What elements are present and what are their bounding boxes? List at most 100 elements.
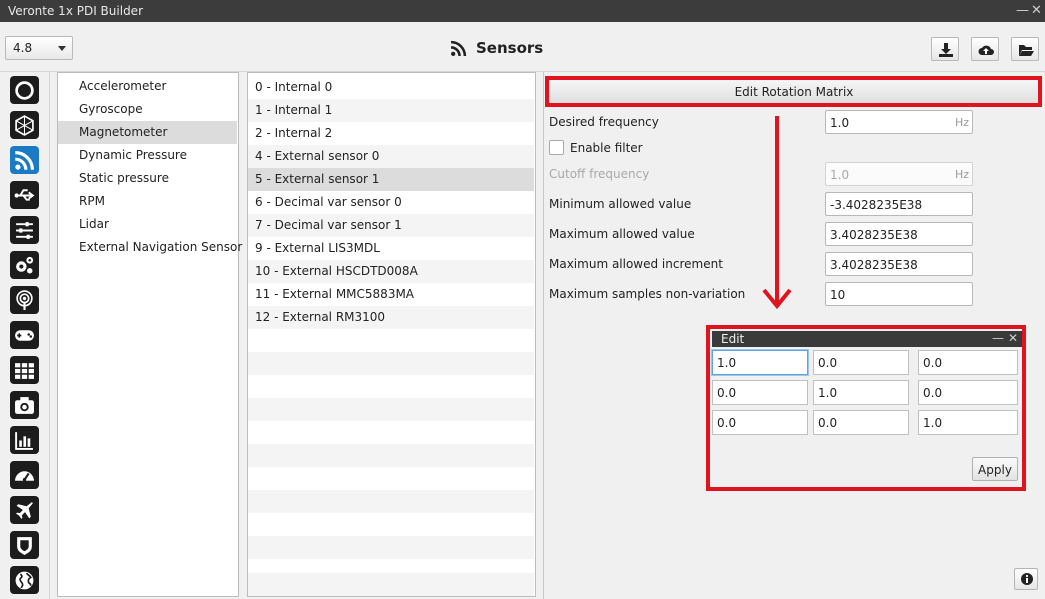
camera-button[interactable] — [10, 391, 39, 419]
gears-icon — [16, 256, 34, 274]
category-item-lidar[interactable]: Lidar — [58, 213, 237, 236]
gamepad-button[interactable] — [10, 321, 39, 349]
bar-chart-button[interactable] — [10, 426, 39, 454]
highlight-frame-button — [545, 76, 1042, 107]
header: 4.8 Sensors — [0, 22, 1045, 72]
rss-icon — [450, 40, 467, 57]
info-icon — [1021, 573, 1033, 585]
cutoff-frequency-label: Cutoff frequency — [549, 167, 650, 181]
version-select[interactable]: 4.8 — [5, 36, 73, 60]
camera-icon — [15, 397, 34, 414]
shield-icon — [17, 537, 32, 555]
max-increment-label: Maximum allowed increment — [549, 257, 723, 271]
empty-row — [248, 444, 534, 467]
desired-frequency-value: 1.0 — [830, 116, 850, 130]
empty-row — [248, 329, 534, 352]
category-item-static-pressure[interactable]: Static pressure — [58, 167, 237, 190]
min-value-label: Minimum allowed value — [549, 197, 692, 211]
shield-button[interactable] — [10, 531, 39, 559]
category-item-accelerometer[interactable]: Accelerometer — [58, 75, 237, 98]
desired-frequency-field[interactable]: 1.0 Hz — [825, 110, 973, 134]
min-value-field[interactable]: -3.4028235E38 — [825, 192, 973, 216]
sensor-item[interactable]: 11 - External MMC5883MA — [248, 283, 534, 306]
plane-button[interactable] — [10, 496, 39, 524]
minimize-icon[interactable]: — — [1016, 3, 1029, 18]
sliders-icon — [16, 222, 33, 239]
sensors-button[interactable] — [10, 146, 39, 174]
download-button[interactable] — [931, 37, 959, 61]
category-item-dynamic-pressure[interactable]: Dynamic Pressure — [58, 144, 237, 167]
plane-icon — [16, 502, 33, 519]
arrow-down-icon — [762, 116, 792, 310]
sensor-item[interactable]: 9 - External LIS3MDL — [248, 237, 534, 260]
empty-row — [248, 398, 534, 421]
window-title: Veronte 1x PDI Builder — [8, 4, 143, 18]
info-button[interactable] — [1014, 568, 1038, 590]
sensor-list: 0 - Internal 0 1 - Internal 1 2 - Intern… — [247, 72, 536, 597]
sensor-item[interactable]: 5 - External sensor 1 — [248, 168, 534, 191]
chevron-down-icon — [58, 46, 66, 51]
desired-frequency-unit: Hz — [954, 116, 969, 129]
empty-row — [248, 375, 534, 398]
enable-filter-label: Enable filter — [570, 141, 643, 155]
sensor-item[interactable]: 1 - Internal 1 — [248, 99, 534, 122]
cloud-upload-icon — [978, 45, 994, 55]
cutoff-frequency-value: 1.0 — [830, 168, 850, 182]
globe-button[interactable] — [10, 566, 39, 594]
page-title: Sensors — [450, 39, 543, 57]
desired-frequency-label: Desired frequency — [549, 115, 659, 129]
cloud-upload-button[interactable] — [971, 37, 999, 61]
dashboard-button[interactable] — [10, 461, 39, 489]
bar-chart-icon — [15, 432, 33, 450]
category-item-magnetometer[interactable]: Magnetometer — [58, 121, 237, 144]
empty-row — [248, 490, 534, 513]
close-icon[interactable]: ✕ — [1031, 3, 1042, 18]
sliders-button[interactable] — [10, 216, 39, 244]
podcast-button[interactable] — [10, 286, 39, 314]
gears-button[interactable] — [10, 251, 39, 279]
cutoff-frequency-unit: Hz — [954, 168, 969, 181]
module-sidebar — [0, 72, 50, 599]
grid-icon — [15, 363, 34, 379]
sensor-item[interactable]: 0 - Internal 0 — [248, 76, 534, 99]
category-item-external-navigation-sensor[interactable]: External Navigation Sensor — [58, 236, 242, 259]
empty-row — [248, 536, 534, 559]
max-samples-label: Maximum samples non-variation — [549, 287, 746, 301]
sensor-item[interactable]: 4 - External sensor 0 — [248, 145, 534, 168]
sensor-item[interactable]: 10 - External HSCDTD008A — [248, 260, 534, 283]
max-value-label: Maximum allowed value — [549, 227, 695, 241]
empty-row — [248, 513, 534, 536]
gamepad-icon — [15, 330, 34, 341]
max-increment-field[interactable]: 3.4028235E38 — [825, 252, 973, 276]
enable-filter-checkbox[interactable] — [549, 140, 564, 155]
category-item-rpm[interactable]: RPM — [58, 190, 237, 213]
sensor-item[interactable]: 6 - Decimal var sensor 0 — [248, 191, 534, 214]
window-titlebar: Veronte 1x PDI Builder — ✕ — [0, 0, 1045, 22]
power-icon — [15, 81, 34, 100]
power-button[interactable] — [10, 76, 39, 104]
category-list: Accelerometer Gyroscope Magnetometer Dyn… — [57, 72, 242, 597]
sensor-item[interactable]: 12 - External RM3100 — [248, 306, 534, 329]
max-value-field[interactable]: 3.4028235E38 — [825, 222, 973, 246]
dashboard-icon — [15, 471, 34, 482]
empty-row — [248, 467, 534, 490]
globe-icon — [15, 571, 34, 590]
version-value: 4.8 — [13, 41, 33, 55]
empty-row — [248, 421, 534, 444]
folder-open-icon — [1019, 45, 1034, 56]
page-title-text: Sensors — [476, 39, 544, 57]
hexagon-icon — [15, 115, 34, 136]
usb-icon — [14, 189, 35, 201]
category-item-gyroscope[interactable]: Gyroscope — [58, 98, 237, 121]
sensor-item[interactable]: 2 - Internal 2 — [248, 122, 534, 145]
grid-button[interactable] — [10, 356, 39, 384]
empty-row — [248, 573, 534, 596]
max-samples-field[interactable]: 10 — [825, 282, 973, 306]
sensor-item[interactable]: 7 - Decimal var sensor 1 — [248, 214, 534, 237]
highlight-frame-dialog — [706, 325, 1026, 491]
hexagon-button[interactable] — [10, 111, 39, 139]
empty-row — [248, 352, 534, 375]
podcast-icon — [16, 290, 33, 310]
folder-open-button[interactable] — [1011, 37, 1039, 61]
usb-button[interactable] — [10, 181, 39, 209]
